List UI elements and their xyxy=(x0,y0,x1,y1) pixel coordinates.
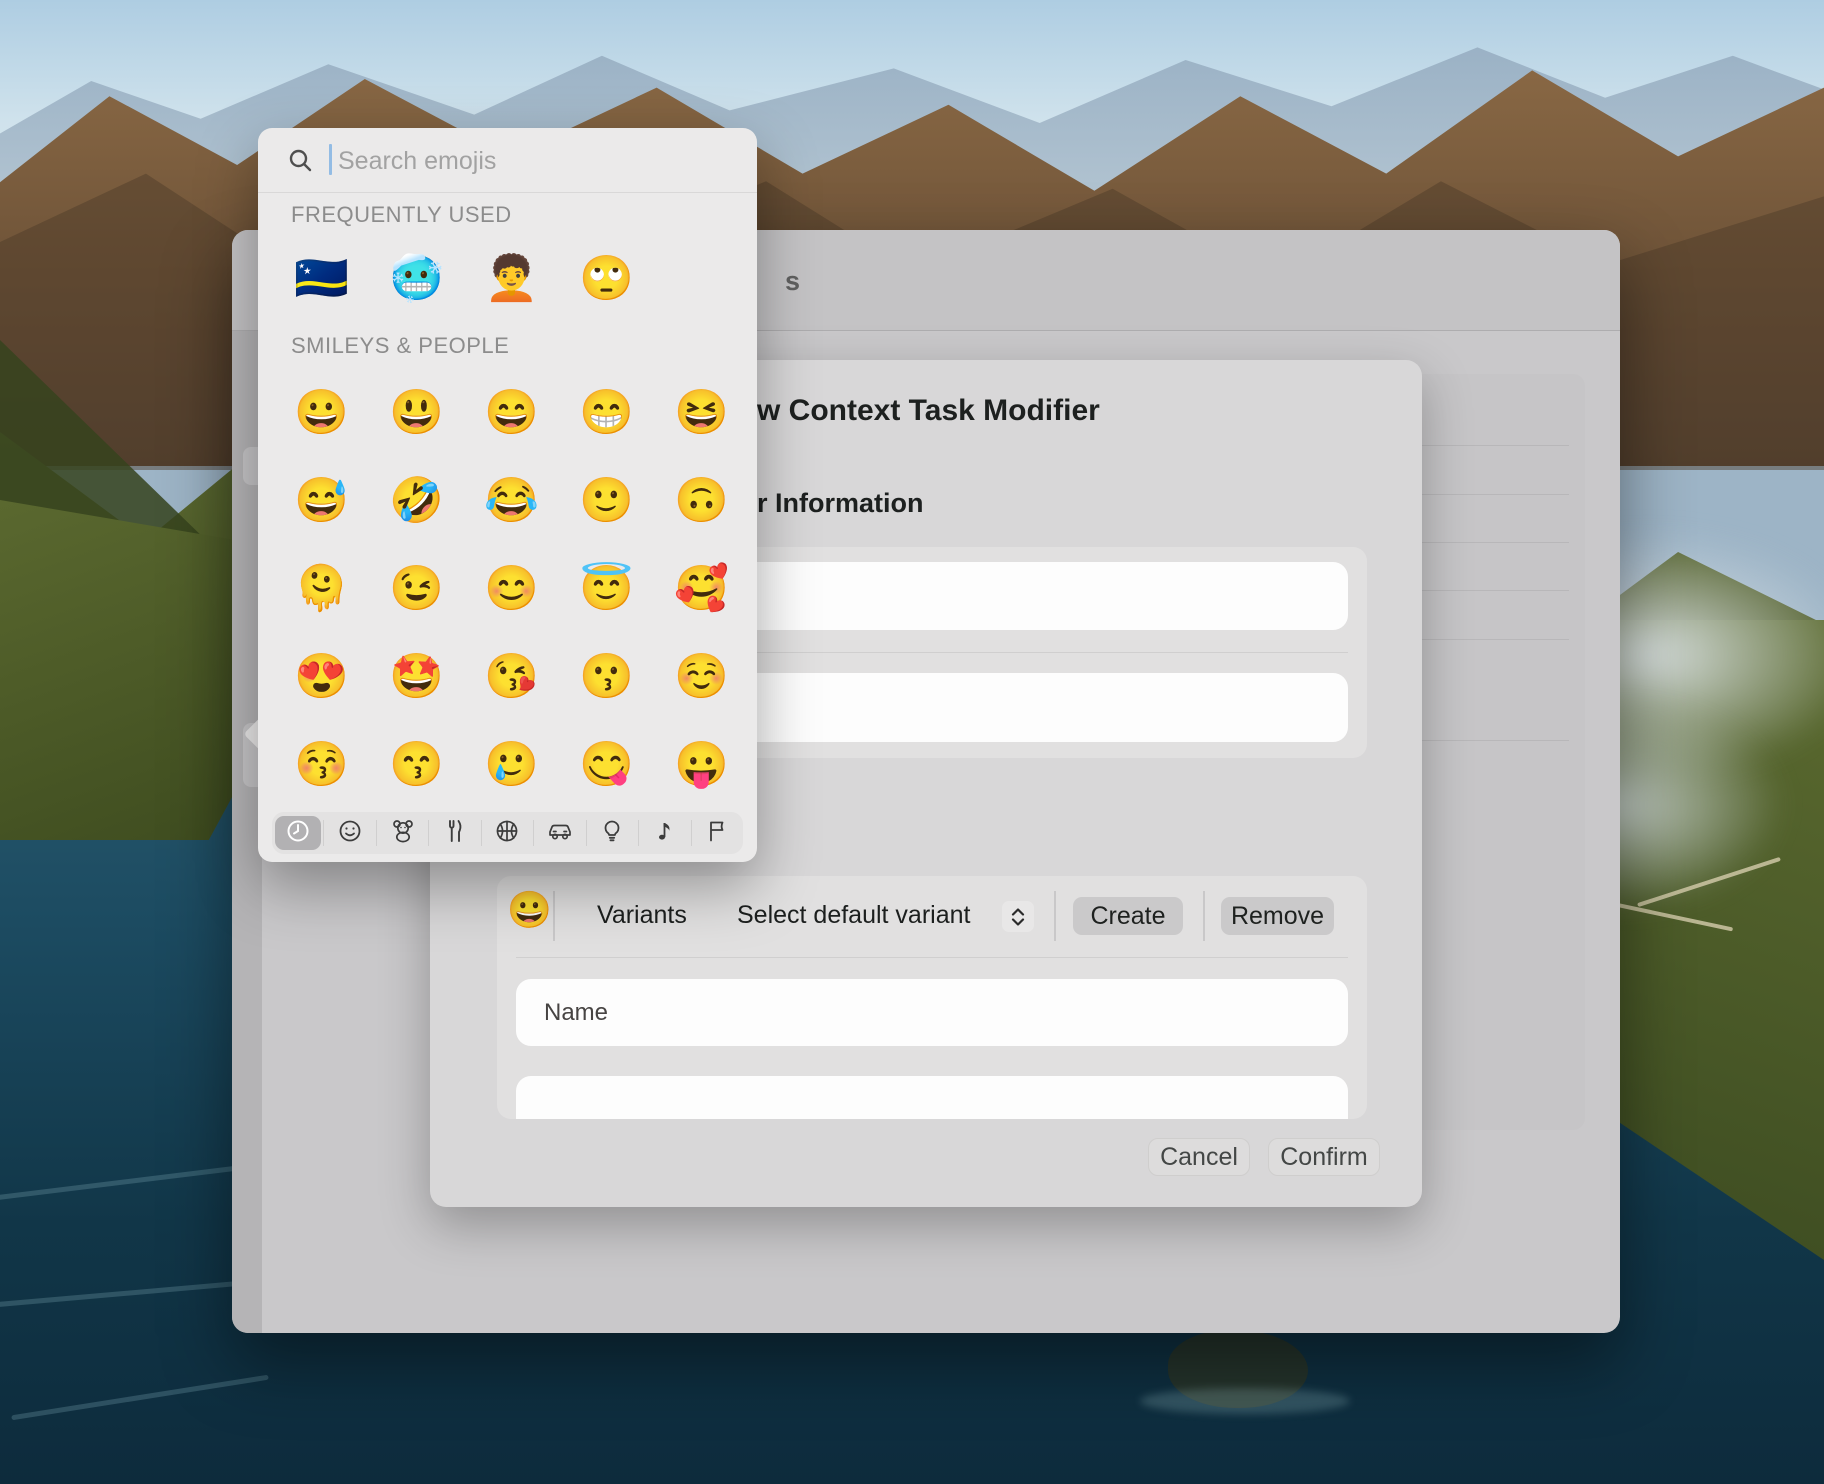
default-variant-select[interactable]: Select default variant xyxy=(737,901,970,930)
emoji-cell[interactable]: 😚 xyxy=(274,721,369,809)
basketball-icon xyxy=(494,818,520,849)
flag-icon xyxy=(704,818,730,849)
category-smileys[interactable] xyxy=(324,812,375,854)
category-travel[interactable] xyxy=(534,812,585,854)
emoji-cell[interactable]: 🙂 xyxy=(559,457,654,545)
name-input[interactable] xyxy=(516,979,1348,1046)
emoji-cell[interactable]: 😅 xyxy=(274,457,369,545)
emoji-category-bar xyxy=(272,812,743,854)
emoji-cell[interactable]: 🇨🇼 xyxy=(274,242,369,316)
emoji-cell[interactable]: 🥰 xyxy=(654,545,749,633)
frequently-used-header: FREQUENTLY USED xyxy=(291,202,512,228)
search-icon xyxy=(287,147,314,179)
screenshot-root: { "colors": { "popover_bg": "#ebeaea", "… xyxy=(0,0,1824,1484)
confirm-button[interactable]: Confirm xyxy=(1268,1138,1380,1176)
category-animals[interactable] xyxy=(377,812,428,854)
text-caret xyxy=(329,144,332,175)
name-field[interactable] xyxy=(516,979,1348,1046)
emoji-picker-popover: FREQUENTLY USED 🇨🇼 🥶 🧑‍🦱 🙄 SMILEYS & PEO… xyxy=(258,128,757,862)
emoji-cell[interactable]: 🙃 xyxy=(654,457,749,545)
smileys-people-header: SMILEYS & PEOPLE xyxy=(291,333,509,359)
emoji-cell[interactable]: 😙 xyxy=(369,721,464,809)
category-objects[interactable] xyxy=(587,812,638,854)
emoji-cell[interactable]: 😄 xyxy=(464,369,559,457)
emoji-cell[interactable]: 😗 xyxy=(559,633,654,721)
category-flags[interactable] xyxy=(692,812,743,854)
separator xyxy=(1203,891,1205,941)
separator xyxy=(258,192,757,193)
variants-label: Variants xyxy=(597,901,687,930)
emoji-cell[interactable]: 🫠 xyxy=(274,545,369,633)
clipped-text-field[interactable] xyxy=(516,1076,1348,1119)
smileys-grid: 😀 😃 😄 😁 😆 😅 🤣 😂 🙂 🙃 🫠 😉 😊 😇 🥰 😍 🤩 😘 😗 ☺️… xyxy=(274,369,749,809)
window-title-visible: s xyxy=(785,266,800,297)
lightbulb-icon xyxy=(599,818,625,849)
frequently-used-grid: 🇨🇼 🥶 🧑‍🦱 🙄 xyxy=(274,242,749,316)
emoji-cell[interactable]: 😃 xyxy=(369,369,464,457)
category-symbols[interactable] xyxy=(639,812,690,854)
emoji-cell[interactable]: 😍 xyxy=(274,633,369,721)
emoji-cell[interactable]: 😊 xyxy=(464,545,559,633)
car-icon xyxy=(546,818,574,849)
emoji-cell[interactable]: 😛 xyxy=(654,721,749,809)
variants-row: 😀 Variants Select default variant Create… xyxy=(497,876,1367,957)
teddy-bear-icon xyxy=(390,818,416,849)
dialog-section-header: r Information xyxy=(757,488,924,519)
category-food[interactable] xyxy=(429,812,480,854)
variants-group-panel: 😀 Variants Select default variant Create… xyxy=(497,876,1367,1119)
emoji-cell[interactable]: 😉 xyxy=(369,545,464,633)
category-activity[interactable] xyxy=(482,812,533,854)
emoji-cell[interactable]: ☺️ xyxy=(654,633,749,721)
emoji-cell[interactable]: 🥶 xyxy=(369,242,464,316)
emoji-cell[interactable]: 🙄 xyxy=(559,242,654,316)
emoji-cell[interactable]: 😘 xyxy=(464,633,559,721)
emoji-cell[interactable]: 🧑‍🦱 xyxy=(464,242,559,316)
separator xyxy=(1054,891,1056,941)
fork-knife-icon xyxy=(442,818,468,849)
emoji-cell[interactable]: 🤣 xyxy=(369,457,464,545)
dialog-title: w Context Task Modifier xyxy=(757,394,1100,428)
category-recently-used[interactable] xyxy=(272,812,323,854)
emoji-cell[interactable]: 😇 xyxy=(559,545,654,633)
cancel-button[interactable]: Cancel xyxy=(1148,1138,1250,1176)
smiley-icon xyxy=(337,818,363,849)
search-input[interactable] xyxy=(336,140,720,182)
emoji-search-row xyxy=(258,128,757,192)
emoji-cell[interactable]: 🤩 xyxy=(369,633,464,721)
select-chevrons-icon[interactable] xyxy=(1002,901,1034,932)
emoji-cell[interactable]: 😂 xyxy=(464,457,559,545)
music-note-icon xyxy=(652,818,678,849)
emoji-picker-button[interactable]: 😀 xyxy=(507,892,552,928)
emoji-cell[interactable]: 😆 xyxy=(654,369,749,457)
emoji-cell[interactable]: 😋 xyxy=(559,721,654,809)
remove-button[interactable]: Remove xyxy=(1221,897,1334,935)
wallpaper-sea-wake xyxy=(1140,1388,1350,1414)
separator xyxy=(516,957,1348,958)
emoji-cell[interactable]: 😁 xyxy=(559,369,654,457)
create-button[interactable]: Create xyxy=(1073,897,1183,935)
emoji-cell[interactable]: 😀 xyxy=(274,369,369,457)
emoji-cell[interactable]: 🥲 xyxy=(464,721,559,809)
separator xyxy=(553,891,555,941)
